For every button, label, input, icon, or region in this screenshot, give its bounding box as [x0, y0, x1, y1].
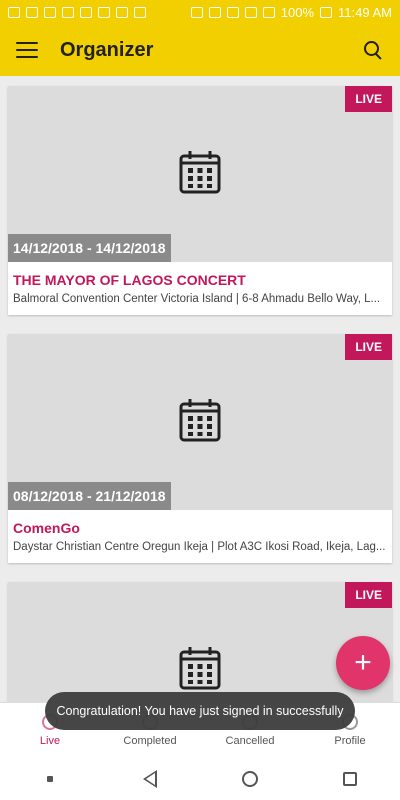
battery-percent: 100% [280, 4, 315, 20]
missed-call-icon [98, 6, 110, 18]
status-time: 11:49 AM [338, 4, 392, 20]
live-badge: LIVE [345, 334, 392, 360]
nav-label: Completed [123, 735, 177, 747]
translate-icon [44, 6, 56, 18]
bluetooth-icon [190, 6, 203, 18]
event-location: Balmoral Convention Center Victoria Isla… [13, 293, 381, 305]
system-recents-button[interactable] [330, 764, 370, 794]
date-range-badge: 14/12/2018 - 14/12/2018 [8, 234, 171, 262]
nav-label: Live [39, 735, 61, 747]
event-image-placeholder: LIVE 08/12/2018 - 21/12/2018 [8, 334, 392, 510]
event-image-placeholder: LIVE 14/12/2018 - 14/12/2018 [8, 86, 392, 262]
event-location: Daystar Christian Centre Oregun Ikeja | … [13, 541, 386, 553]
system-back-button[interactable] [130, 764, 170, 794]
alarm-icon [244, 6, 257, 18]
menu-icon[interactable] [16, 42, 38, 58]
event-title: ComenGo [13, 520, 80, 536]
card-body: THE MAYOR OF LAGOS CONCERT Balmoral Conv… [8, 262, 392, 315]
event-card[interactable]: LIVE 14/12/2018 - 14/12/2018 THE MAYOR O… [8, 86, 392, 315]
calendar-icon [179, 647, 221, 690]
event-card[interactable]: LIVE 08/12/2018 - 21/12/2018 ComenGo Day… [8, 334, 392, 563]
app-bar: Organizer [0, 24, 400, 76]
facebook-icon [8, 6, 20, 18]
recents-icon [343, 772, 357, 786]
card-body: ComenGo Daystar Christian Centre Oregun … [8, 510, 392, 563]
gmail-icon [116, 6, 128, 18]
system-home-button[interactable] [230, 764, 270, 794]
calendar-icon [179, 399, 221, 442]
event-image-placeholder: LIVE [8, 582, 392, 702]
status-bar: 100% 11:49 AM [0, 0, 400, 24]
calendar-icon [179, 151, 221, 194]
search-icon[interactable] [362, 39, 384, 61]
badge-21-icon [80, 6, 92, 18]
wifi-icon [262, 6, 275, 18]
home-icon [242, 771, 258, 787]
vibrate-icon [208, 6, 221, 18]
live-badge: LIVE [345, 582, 392, 608]
app-title: Organizer [60, 38, 154, 61]
battery-icon [320, 6, 333, 18]
nav-label: Profile [334, 735, 366, 747]
event-card[interactable]: LIVE [8, 582, 392, 702]
toast-message: Congratulation! You have just signed in … [45, 692, 355, 730]
date-range-badge: 08/12/2018 - 21/12/2018 [8, 482, 171, 510]
nfc-icon [226, 6, 239, 18]
dot-icon [47, 776, 53, 782]
system-dot-button[interactable] [30, 764, 70, 794]
news-icon [62, 6, 74, 18]
status-right-icons: 100% 11:49 AM [190, 4, 392, 20]
nav-label: Cancelled [225, 735, 275, 747]
status-left-icons [8, 6, 146, 18]
mail-icon [26, 6, 38, 18]
picture-icon [134, 6, 146, 18]
event-title: THE MAYOR OF LAGOS CONCERT [13, 272, 246, 288]
system-nav-bar [0, 758, 400, 800]
add-event-button[interactable]: + [336, 636, 390, 690]
live-badge: LIVE [345, 86, 392, 112]
back-icon [143, 770, 157, 788]
